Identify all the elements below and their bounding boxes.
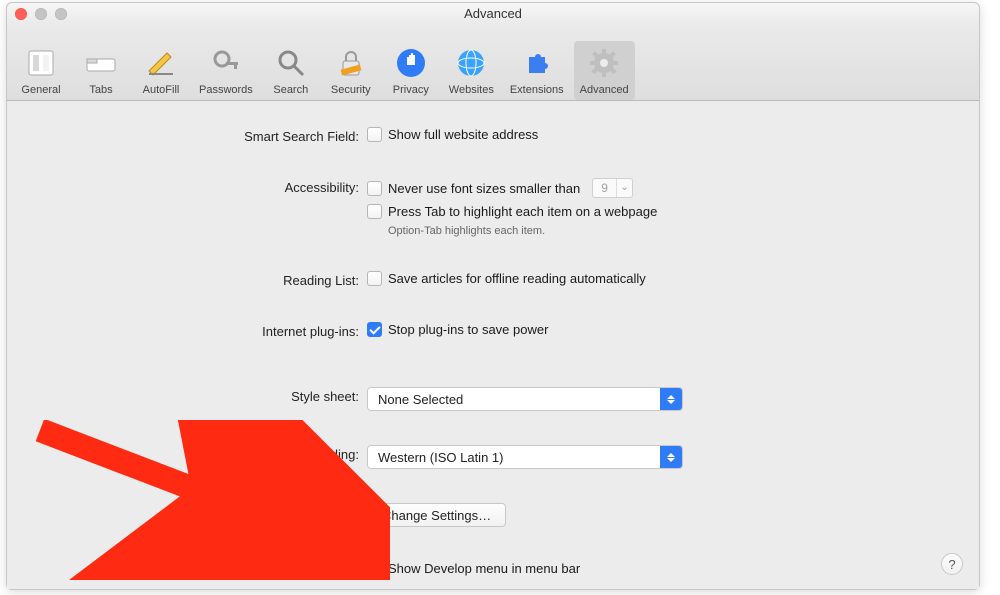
stylesheet-label: Style sheet:	[7, 387, 367, 404]
checkbox[interactable]	[367, 322, 382, 337]
tabs-icon	[83, 45, 119, 81]
preferences-toolbar: General Tabs AutoFill Passwords Search	[7, 25, 979, 101]
help-label: ?	[948, 557, 955, 572]
stepper-value: 9	[593, 181, 616, 195]
zoom-icon[interactable]	[55, 8, 67, 20]
proxies-label: Proxies:	[7, 503, 367, 520]
tab-label: Security	[331, 84, 371, 96]
smart-search-label: Smart Search Field:	[7, 127, 367, 144]
select-value: None Selected	[368, 392, 660, 407]
show-develop-menu-checkbox[interactable]: Show Develop menu in menu bar	[367, 561, 580, 576]
checkbox-label: Press Tab to highlight each item on a we…	[388, 204, 657, 219]
key-icon	[208, 45, 244, 81]
tab-label: AutoFill	[143, 84, 180, 96]
minimize-icon[interactable]	[35, 8, 47, 20]
checkbox-label: Save articles for offline reading automa…	[388, 271, 646, 286]
checkbox[interactable]	[367, 271, 382, 286]
tab-security[interactable]: Security	[323, 41, 379, 100]
encoding-label: Default encoding:	[7, 445, 367, 462]
checkbox-label: Show Develop menu in menu bar	[388, 561, 580, 576]
tab-label: Passwords	[199, 84, 253, 96]
select-value: Western (ISO Latin 1)	[368, 450, 660, 465]
close-icon[interactable]	[15, 8, 27, 20]
change-settings-button[interactable]: Change Settings…	[367, 503, 506, 527]
min-font-stepper[interactable]: 9 ⌄	[592, 178, 633, 198]
tab-search[interactable]: Search	[263, 41, 319, 100]
help-button[interactable]: ?	[941, 553, 963, 575]
window-controls	[15, 8, 67, 20]
advanced-pane: Smart Search Field: Show full website ad…	[7, 101, 979, 589]
checkbox[interactable]	[367, 204, 382, 219]
tab-label: Privacy	[393, 84, 429, 96]
tab-label: Advanced	[580, 84, 629, 96]
pencil-icon	[143, 45, 179, 81]
preferences-window: Advanced General Tabs AutoFill Passwords	[6, 2, 980, 590]
puzzle-icon	[519, 45, 555, 81]
checkbox[interactable]	[367, 181, 382, 196]
globe-icon	[453, 45, 489, 81]
switch-icon	[23, 45, 59, 81]
tab-websites[interactable]: Websites	[443, 41, 500, 100]
tab-extensions[interactable]: Extensions	[504, 41, 570, 100]
gear-icon	[586, 45, 622, 81]
min-font-checkbox[interactable]: Never use font sizes smaller than 9 ⌄	[367, 178, 633, 198]
checkbox[interactable]	[367, 127, 382, 142]
chevron-down-icon[interactable]: ⌄	[616, 179, 632, 197]
save-offline-checkbox[interactable]: Save articles for offline reading automa…	[367, 271, 646, 286]
window-title: Advanced	[464, 6, 522, 21]
stylesheet-select[interactable]: None Selected	[367, 387, 683, 411]
accessibility-label: Accessibility:	[7, 178, 367, 195]
tab-autofill[interactable]: AutoFill	[133, 41, 189, 100]
tab-label: Tabs	[89, 84, 112, 96]
updown-icon	[660, 388, 682, 410]
tab-label: Extensions	[510, 84, 564, 96]
updown-icon	[660, 446, 682, 468]
lock-icon	[333, 45, 369, 81]
show-full-url-checkbox[interactable]: Show full website address	[367, 127, 538, 142]
checkbox-label: Never use font sizes smaller than	[388, 181, 580, 196]
tab-label: General	[21, 84, 60, 96]
encoding-select[interactable]: Western (ISO Latin 1)	[367, 445, 683, 469]
tab-advanced[interactable]: Advanced	[574, 41, 635, 100]
tab-privacy[interactable]: Privacy	[383, 41, 439, 100]
checkbox-label: Stop plug-ins to save power	[388, 322, 548, 337]
accessibility-hint: Option-Tab highlights each item.	[388, 225, 545, 237]
tab-passwords[interactable]: Passwords	[193, 41, 259, 100]
tab-label: Search	[273, 84, 308, 96]
tab-tabs[interactable]: Tabs	[73, 41, 129, 100]
checkbox[interactable]	[367, 561, 382, 576]
checkbox-label: Show full website address	[388, 127, 538, 142]
press-tab-checkbox[interactable]: Press Tab to highlight each item on a we…	[367, 204, 657, 219]
magnifier-icon	[273, 45, 309, 81]
tab-label: Websites	[449, 84, 494, 96]
titlebar: Advanced	[7, 3, 979, 25]
reading-list-label: Reading List:	[7, 271, 367, 288]
tab-general[interactable]: General	[13, 41, 69, 100]
plugins-label: Internet plug-ins:	[7, 322, 367, 339]
button-label: Change Settings…	[382, 508, 491, 523]
hand-icon	[393, 45, 429, 81]
stop-plugins-checkbox[interactable]: Stop plug-ins to save power	[367, 322, 548, 337]
